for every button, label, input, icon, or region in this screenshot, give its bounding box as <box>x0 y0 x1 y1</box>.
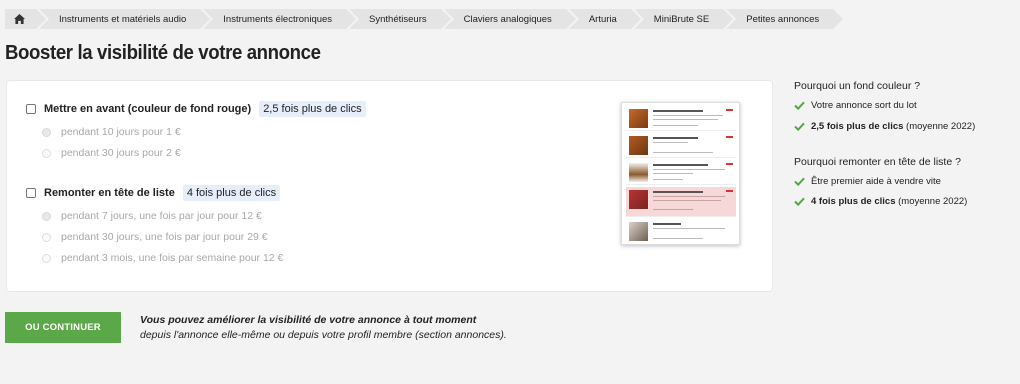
duration-label: pendant 30 jours pour 2 € <box>61 147 181 159</box>
duration-label: pendant 30 jours, une fois par jour pour… <box>61 231 268 243</box>
listing-preview-image <box>621 102 740 245</box>
preview-line <box>653 169 725 170</box>
breadcrumb-item[interactable]: Instruments et matériels audio <box>39 9 214 29</box>
duration-radio[interactable] <box>42 232 51 242</box>
preview-line <box>653 238 703 239</box>
bump-label: Remonter en tête de liste <box>44 187 175 199</box>
benefit-item: 4 fois plus de clics (moyenne 2022) <box>794 196 967 207</box>
preview-line <box>653 191 703 193</box>
highlight-option[interactable]: Mettre en avant (couleur de fond rouge) … <box>26 101 366 117</box>
breadcrumb-item[interactable]: MiniBrute SE <box>633 9 737 29</box>
bump-badge: 4 fois plus de clics <box>182 185 281 201</box>
continue-button[interactable]: OU CONTINUER <box>5 312 121 343</box>
bump-duration-3m[interactable]: pendant 3 mois, une fois par semaine pou… <box>42 252 283 264</box>
preview-price <box>726 163 733 165</box>
breadcrumb-item[interactable]: Instruments électroniques <box>203 9 359 29</box>
preview-line <box>653 209 693 210</box>
info-note-title: Vous pouvez améliorer la visibilité de v… <box>140 314 477 326</box>
preview-line <box>653 152 713 153</box>
benefit-item: Être premier aide à vendre vite <box>794 176 941 187</box>
preview-line <box>653 119 718 120</box>
bump-checkbox[interactable] <box>26 188 36 198</box>
page-title: Booster la visibilité de votre annonce <box>5 42 321 64</box>
boost-options-card: Mettre en avant (couleur de fond rouge) … <box>6 80 773 292</box>
highlight-checkbox[interactable] <box>26 104 36 114</box>
check-icon <box>794 122 805 131</box>
preview-line <box>653 115 723 116</box>
preview-line <box>653 164 708 166</box>
breadcrumb-item[interactable]: Synthétiseurs <box>349 9 454 29</box>
preview-thumb <box>629 163 648 182</box>
highlight-badge: 2,5 fois plus de clics <box>259 101 366 117</box>
duration-label: pendant 3 mois, une fois par semaine pou… <box>61 252 284 264</box>
preview-price <box>726 136 733 138</box>
preview-line <box>653 173 693 174</box>
bump-option[interactable]: Remonter en tête de liste 4 fois plus de… <box>26 185 281 201</box>
preview-row <box>626 133 736 158</box>
highlight-label: Mettre en avant (couleur de fond rouge) <box>44 103 252 115</box>
breadcrumb-item[interactable]: Claviers analogiques <box>443 9 580 29</box>
breadcrumb-item[interactable]: Petites annonces <box>726 9 844 29</box>
bump-duration-7d[interactable]: pendant 7 jours, une fois par jour pour … <box>42 210 262 222</box>
highlight-duration-30d[interactable]: pendant 30 jours pour 2 € <box>42 147 181 159</box>
preview-line <box>653 200 721 201</box>
home-icon <box>14 14 25 24</box>
check-icon <box>794 177 805 186</box>
check-icon <box>794 101 805 110</box>
preview-line <box>653 142 688 143</box>
preview-thumb <box>629 190 648 209</box>
duration-radio[interactable] <box>42 148 51 158</box>
benefit-item: 2,5 fois plus de clics (moyenne 2022) <box>794 121 975 132</box>
duration-label: pendant 10 jours pour 1 € <box>61 126 181 138</box>
preview-line <box>653 179 683 180</box>
preview-thumb <box>629 136 648 155</box>
duration-label: pendant 7 jours, une fois par jour pour … <box>61 210 262 222</box>
benefit-item: Votre annonce sort du lot <box>794 100 917 111</box>
duration-radio[interactable] <box>42 211 51 221</box>
preview-line <box>653 228 725 229</box>
highlight-duration-10d[interactable]: pendant 10 jours pour 1 € <box>42 126 181 138</box>
preview-line <box>653 223 681 225</box>
info-note-text: depuis l'annonce elle-même ou depuis vot… <box>140 329 507 341</box>
breadcrumb-home[interactable] <box>5 9 49 29</box>
check-icon <box>794 197 805 206</box>
preview-price <box>726 109 733 111</box>
preview-price <box>726 190 733 192</box>
preview-row <box>626 160 736 185</box>
preview-thumb <box>629 109 648 128</box>
bump-duration-30d[interactable]: pendant 30 jours, une fois par jour pour… <box>42 231 268 243</box>
preview-line <box>653 196 725 197</box>
preview-row-highlighted <box>626 187 736 217</box>
duration-radio[interactable] <box>42 253 51 263</box>
preview-line <box>653 137 698 139</box>
why-highlight-heading: Pourquoi un fond couleur ? <box>794 80 921 92</box>
preview-row <box>626 106 736 131</box>
breadcrumb: Instruments et matériels audio Instrumen… <box>5 9 844 29</box>
duration-radio[interactable] <box>42 127 51 137</box>
why-bump-heading: Pourquoi remonter en tête de liste ? <box>794 156 961 168</box>
preview-line <box>653 125 698 126</box>
preview-row <box>626 219 736 244</box>
preview-line <box>653 110 703 112</box>
preview-thumb <box>629 222 648 241</box>
